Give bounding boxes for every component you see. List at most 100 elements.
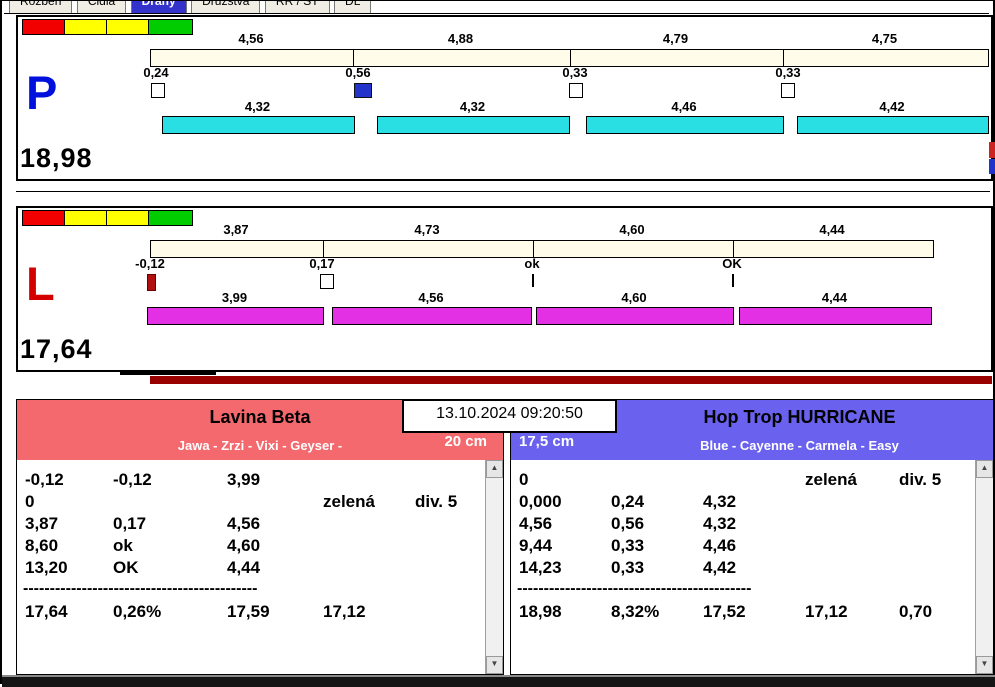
total-cell: 17,52 (703, 602, 746, 621)
result-cell: 4,32 (703, 514, 737, 533)
result-cell: 0,17 (113, 514, 147, 533)
total-cell: 17,12 (323, 602, 366, 621)
total-cell: 17,12 (805, 602, 848, 621)
bottom-window-edge (2, 675, 995, 687)
scrollbar-right-panel[interactable]: ▲ ▼ (975, 460, 993, 674)
crossing-indicator (569, 83, 583, 98)
crossing-indicator (151, 83, 165, 98)
dog-run-bar (586, 116, 784, 134)
total-cell: 17,59 (227, 602, 270, 621)
tab-label: Rozběh (20, 1, 62, 8)
crossing-tick (532, 274, 534, 287)
team-panel-left: Lavina Beta Jawa - Zrzi - Vixi - Geyser … (16, 399, 504, 675)
team-lineup: Jawa - Zrzi - Vixi - Geyser - (177, 438, 343, 453)
total-cell: 0,26% (113, 602, 162, 621)
total-cell: 17,64 (25, 602, 68, 621)
scroll-up-icon[interactable]: ▲ (976, 460, 993, 478)
run-time-label: 4,46 (671, 99, 697, 114)
team-results-right: 0 zelená div. 5 0,000 0,24 4,32 4,56 0,5… (511, 460, 993, 674)
totals-separator: ----------------------------------------… (23, 580, 258, 597)
result-cell: div. 5 (415, 492, 458, 511)
progress-fragment (120, 371, 216, 375)
tab-label: RR / ST (275, 1, 319, 8)
split-time-label: 3,87 (223, 222, 249, 237)
dog-run-bar (377, 116, 570, 134)
crossing-tick (732, 274, 734, 287)
dog-run-bar (162, 116, 355, 134)
result-cell: 9,44 (519, 536, 553, 555)
segment-divider (733, 241, 734, 257)
result-cell: 4,56 (519, 514, 553, 533)
split-time-label: 4,75 (871, 31, 898, 46)
lane-letter-l: L (26, 257, 55, 310)
crossing-time-label: ok (524, 256, 540, 271)
window-edge-fragment-blue (989, 159, 995, 174)
split-time-label: 4,79 (662, 31, 689, 46)
crossing-time-label: OK (722, 256, 742, 271)
result-cell: 8,60 (25, 536, 59, 555)
tab-drahy[interactable]: Dráhy (130, 1, 187, 13)
team-lineup: Blue - Cayenne - Carmela - Easy (700, 438, 899, 453)
crossing-time-label: 0,33 (562, 65, 588, 80)
result-cell: 0,56 (611, 514, 645, 533)
crossing-time-label: -0,12 (135, 256, 165, 271)
tab-label: Družstva (202, 1, 250, 8)
team-panel-right: Hop Trop HURRICANE Blue - Cayenne - Carm… (510, 399, 994, 675)
result-cell: OK (113, 558, 139, 577)
result-cell: 0 (25, 492, 35, 511)
run-time-label: 4,56 (418, 290, 444, 305)
status-light-red (22, 19, 67, 35)
segment-divider (783, 50, 784, 66)
dog-run-bar (739, 307, 932, 325)
scroll-up-icon[interactable]: ▲ (486, 460, 503, 478)
result-cell: 0,24 (611, 492, 645, 511)
tab-cidla[interactable]: Čidla (76, 1, 127, 13)
result-cell: 4,44 (227, 558, 261, 577)
result-cell: 4,46 (703, 536, 737, 555)
result-cell: 3,87 (25, 514, 59, 533)
run-time-label: 4,32 (244, 99, 271, 114)
status-light-yellow-1 (64, 210, 109, 226)
dog-run-bar (797, 116, 989, 134)
scroll-down-icon[interactable]: ▼ (486, 656, 503, 674)
result-cell: zelená (805, 470, 857, 489)
separator-line (16, 191, 990, 192)
dog-run-bar (332, 307, 532, 325)
result-cell: 4,60 (227, 536, 261, 555)
result-cell: 0,000 (519, 492, 562, 511)
result-cell: -0,12 (25, 470, 64, 489)
result-cell: 4,32 (703, 492, 737, 511)
result-cell: 4,42 (703, 558, 737, 577)
split-time-label: 4,88 (447, 31, 474, 46)
run-time-label: 4,44 (821, 290, 848, 305)
tab-label: DL (345, 1, 361, 8)
tab-label: Čidla (87, 1, 116, 8)
total-cell: 0,70 (899, 602, 933, 621)
timeline-red-bar (150, 376, 992, 384)
fault-indicator (147, 274, 156, 291)
result-cell: div. 5 (899, 470, 942, 489)
result-cell: 14,23 (519, 558, 562, 577)
status-light-red (22, 210, 67, 226)
total-cell: 8,32% (611, 602, 660, 621)
segment-divider (323, 241, 324, 257)
tab-dl[interactable]: DL (334, 1, 372, 13)
split-time-label: 4,73 (414, 222, 440, 237)
lane-panel-l: L 3,87 4,73 4,60 4,44 -0,12 0,17 ok OK 3… (16, 206, 993, 372)
dog-run-bar (536, 307, 734, 325)
result-cell: 13,20 (25, 558, 68, 577)
scroll-down-icon[interactable]: ▼ (976, 656, 993, 674)
jump-height: 17,5 cm (519, 433, 575, 450)
tab-rr-st[interactable]: RR / ST (264, 1, 330, 13)
status-light-yellow-2 (106, 210, 151, 226)
tab-rozbeh[interactable]: Rozběh (9, 1, 73, 13)
segment-divider (353, 50, 354, 66)
tab-druzstva[interactable]: Družstva (191, 1, 261, 13)
result-cell: 0,33 (611, 536, 645, 555)
lane-total-p: 18,98 (20, 143, 93, 173)
split-time-label: 4,44 (819, 222, 845, 237)
crossing-indicator (320, 274, 334, 289)
scrollbar-left-panel[interactable]: ▲ ▼ (485, 460, 503, 674)
crossing-indicator (781, 83, 795, 98)
result-cell: 0,33 (611, 558, 645, 577)
